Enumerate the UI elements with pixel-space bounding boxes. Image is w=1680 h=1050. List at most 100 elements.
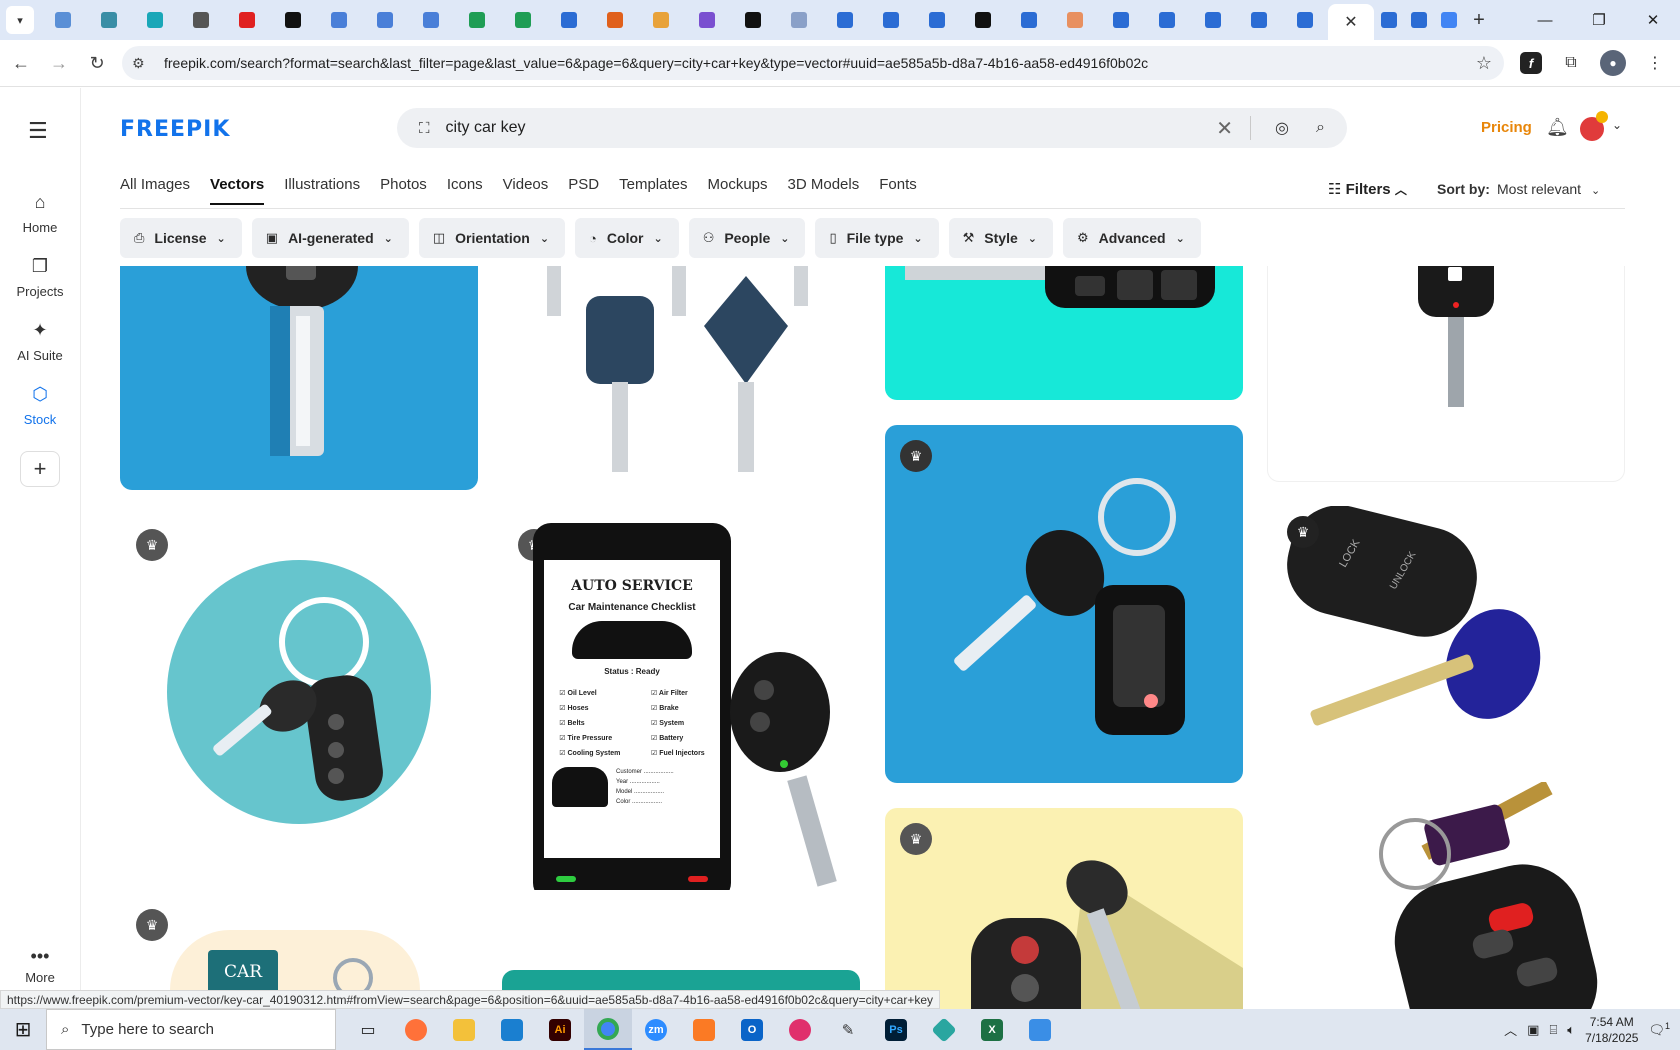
address-bar[interactable]: ⚙ freepik.com/search?format=search&last_… [122,46,1504,80]
browser-tab[interactable] [546,4,592,36]
profile-avatar[interactable]: ● [1600,50,1626,76]
result-card[interactable]: ♛ [120,516,478,876]
sidebar-item-more[interactable]: ••• More [0,946,80,985]
tab-icons[interactable]: Icons [447,176,483,205]
browser-tab[interactable] [914,4,960,36]
freepik-logo[interactable]: FREEPIK [120,117,230,142]
tab-illustrations[interactable]: Illustrations [284,176,360,205]
browser-tab[interactable] [86,4,132,36]
forward-icon[interactable]: → [42,46,76,80]
browser-tab[interactable] [454,4,500,36]
browser-tab[interactable] [1144,4,1190,36]
search-input[interactable] [445,119,1176,137]
pricing-link[interactable]: Pricing [1481,119,1532,136]
address-url[interactable]: freepik.com/search?format=search&last_fi… [164,55,1148,71]
filter-chip-ai-generated[interactable]: ▣ AI-generated ⌄ [251,218,409,258]
filter-chip-people[interactable]: ⚇ People ⌄ [688,218,806,258]
result-card[interactable] [502,266,860,486]
browser-tab[interactable] [408,4,454,36]
sidebar-item-stock[interactable]: ⬡ Stock [0,384,80,427]
minimize-icon[interactable]: — [1518,0,1572,40]
restore-icon[interactable]: ❐ [1572,0,1626,40]
creative-cloud-icon[interactable] [776,1009,824,1050]
browser-tab[interactable] [1282,4,1328,36]
tab-mockups[interactable]: Mockups [707,176,767,205]
browser-tab[interactable] [316,4,362,36]
xampp-icon[interactable] [680,1009,728,1050]
browser-tab[interactable] [1006,4,1052,36]
result-card[interactable] [885,266,1243,400]
tray-device-icon[interactable]: ▣ [1527,1022,1539,1038]
clear-search-icon[interactable]: ✕ [1216,116,1233,141]
browser-tab[interactable] [1404,4,1434,36]
search-icon[interactable]: ⌕ [1316,119,1325,137]
tray-chevron-up-icon[interactable]: ︿ [1504,1020,1517,1039]
browser-tab[interactable] [362,4,408,36]
sidebar-item-projects[interactable]: ❐ Projects [0,256,80,299]
filters-button[interactable]: ☷ Filters ︿ [1328,180,1407,198]
tab-vectors[interactable]: Vectors [210,176,265,205]
vscode-icon[interactable] [488,1009,536,1050]
browser-tab[interactable] [1374,4,1404,36]
browser-tab[interactable] [592,4,638,36]
extensions-puzzle-icon[interactable]: ⧉ [1556,48,1586,78]
browser-tab[interactable] [730,4,776,36]
volume-icon[interactable]: 🔈︎ [1567,1022,1575,1038]
result-card[interactable] [120,266,478,490]
pen-tool-icon[interactable]: ✎ [824,1009,872,1050]
firefox-icon[interactable] [392,1009,440,1050]
close-tab-icon[interactable]: ✕ [1344,12,1357,32]
add-button[interactable]: + [20,451,60,487]
chevron-down-icon[interactable]: ⌄ [1612,118,1622,132]
browser-tab[interactable] [132,4,178,36]
taskbar-search[interactable]: ⌕ Type here to search [46,1009,336,1050]
browser-tab[interactable] [270,4,316,36]
photoshop-icon[interactable]: Ps [872,1009,920,1050]
hamburger-menu-icon[interactable]: ☰ [28,118,48,144]
close-window-icon[interactable]: ✕ [1626,0,1680,40]
tab-psd[interactable]: PSD [568,176,599,205]
filter-chip-color[interactable]: ◔ Color ⌄ [575,218,679,258]
reload-icon[interactable]: ↻ [80,46,114,80]
sort-dropdown[interactable]: Most relevant ⌄ [1497,181,1600,197]
notifications-icon[interactable]: 🗨︎1 [1648,1021,1670,1038]
network-icon[interactable]: ⌸ [1549,1022,1557,1038]
active-tab[interactable]: ✕ [1328,4,1374,40]
tab-3d-models[interactable]: 3D Models [788,176,860,205]
search-type-icon[interactable]: ⛶ [419,120,430,137]
browser-tab[interactable] [1434,4,1464,36]
file-explorer-icon[interactable] [440,1009,488,1050]
result-card[interactable]: ♛ [885,808,1243,1009]
result-card[interactable]: ♛ AUTO SERVICE Car Maintenance Checklist… [502,516,860,890]
illustrator-icon[interactable]: Ai [536,1009,584,1050]
result-card[interactable]: ♛ LOCK UNLOCK [1267,506,1625,766]
task-view-icon[interactable]: ▭ [344,1009,392,1050]
tab-fonts[interactable]: Fonts [879,176,917,205]
tab-search-button[interactable]: ▾ [6,6,34,34]
windows-start-icon[interactable]: ⊞ [0,1009,46,1050]
result-card[interactable] [1267,782,1625,1009]
site-info-icon[interactable]: ⚙ [132,55,156,72]
app-diamond-icon[interactable] [920,1009,968,1050]
browser-tab[interactable] [868,4,914,36]
chrome-icon[interactable] [584,1009,632,1050]
bookmark-star-icon[interactable]: ☆ [1476,53,1492,74]
extension-f-icon[interactable]: f [1520,52,1542,74]
browser-tab[interactable] [960,4,1006,36]
filter-chip-license[interactable]: ⎙ License ⌄ [120,218,242,258]
excel-icon[interactable]: X [968,1009,1016,1050]
browser-menu-icon[interactable]: ⋮ [1640,48,1670,78]
new-tab-button[interactable]: + [1464,9,1494,32]
browser-tab[interactable] [500,4,546,36]
back-icon[interactable]: ← [4,46,38,80]
outlook-icon[interactable]: O [728,1009,776,1050]
browser-tab[interactable] [224,4,270,36]
sidebar-item-ai-suite[interactable]: ✦ AI Suite [0,320,80,363]
tab-templates[interactable]: Templates [619,176,687,205]
browser-tab[interactable] [178,4,224,36]
browser-tab[interactable] [1190,4,1236,36]
filter-chip-style[interactable]: ⚒ Style ⌄ [948,218,1053,258]
browser-tab[interactable] [40,4,86,36]
browser-tab[interactable] [822,4,868,36]
clock[interactable]: 7:54 AM 7/18/2025 [1585,1014,1638,1046]
